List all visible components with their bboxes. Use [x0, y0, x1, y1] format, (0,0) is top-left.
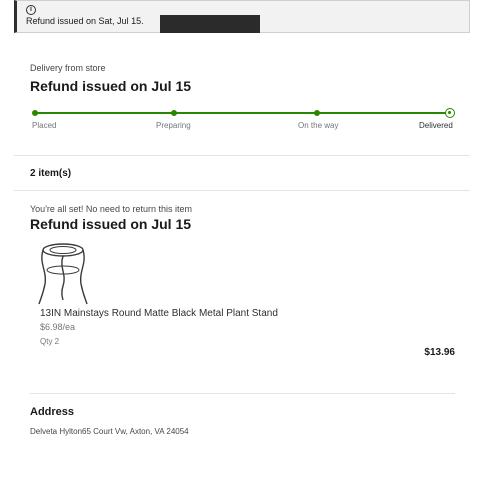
item-status-heading: Refund issued on Jul 15	[30, 216, 192, 232]
refund-alert-banner: i Refund issued on Sat, Jul 15.	[14, 0, 470, 33]
delivery-section-label: Delivery from store	[30, 63, 106, 73]
step-dot-placed	[32, 110, 38, 116]
product-total: $13.96	[424, 347, 455, 358]
step-label-on-the-way: On the way	[298, 121, 339, 130]
items-count: 2 item(s)	[30, 168, 72, 179]
divider	[14, 190, 470, 191]
product-name[interactable]: 13IN Mainstays Round Matte Black Metal P…	[40, 308, 278, 319]
address-line: Delveta Hylton65 Court Vw, Axton, VA 240…	[30, 427, 189, 436]
step-dot-preparing	[171, 110, 177, 116]
divider	[14, 155, 470, 156]
step-label-placed: Placed	[32, 121, 57, 130]
product-unit-price: $6.98/ea	[40, 322, 76, 332]
product-quantity: Qty 2	[40, 337, 60, 346]
step-dot-on-the-way	[314, 110, 320, 116]
step-label-delivered: Delivered	[419, 121, 453, 130]
delivery-status-heading: Refund issued on Jul 15	[30, 78, 192, 94]
progress-track	[35, 112, 450, 114]
return-note: You're all set! No need to return this i…	[30, 204, 192, 214]
delivery-progress-tracker: Placed Preparing On the way Delivered	[30, 108, 460, 132]
info-icon: i	[26, 5, 36, 15]
step-label-preparing: Preparing	[156, 121, 191, 130]
step-dot-delivered	[445, 108, 455, 118]
address-title: Address	[30, 406, 75, 418]
alert-text: Refund issued on Sat, Jul 15.	[26, 16, 144, 26]
plant-stand-image[interactable]	[37, 240, 89, 306]
redacted-area	[160, 15, 260, 33]
divider	[30, 393, 455, 394]
